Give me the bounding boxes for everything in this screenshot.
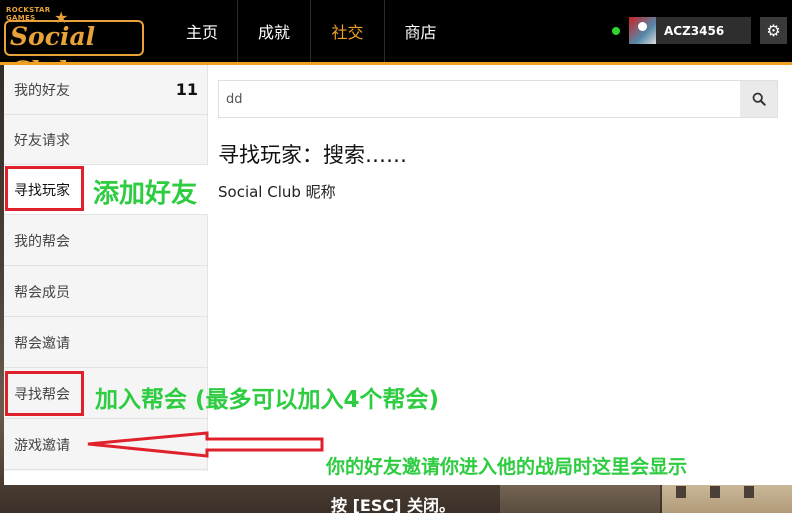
annotation-join-crew: 加入帮会 (最多可以加入4个帮会) [95,387,440,413]
search-icon [752,92,766,106]
sidebar-item-label: 我的帮会 [14,233,70,250]
nav-home[interactable]: 主页 [167,0,238,62]
sidebar-item-my-friends[interactable]: 我的好友 11 [4,65,208,115]
highlight-find-players [5,166,84,211]
sidebar-item-my-crews[interactable]: 我的帮会 [4,216,208,266]
username: ACZ3456 [664,23,725,38]
sidebar-item-game-invites[interactable]: 游戏邀请 [4,420,208,470]
main-nav: 主页 成就 社交 商店 [167,0,456,62]
nav-store[interactable]: 商店 [385,0,456,62]
sidebar-item-label: 帮会邀请 [14,335,70,352]
settings-button[interactable]: ⚙ [760,17,787,44]
sidebar-item-crew-members[interactable]: 帮会成员 [4,267,208,317]
social-club-logo[interactable]: ROCKSTAR GAMES ★ Social Club [4,6,144,85]
sidebar-item-label: 好友请求 [14,132,70,149]
annotation-game-invite-note: 你的好友邀请你进入他的战局时这里会显示 [326,456,688,478]
search-bar [218,80,778,118]
social-panel: 我的好友 11 好友请求 寻找玩家 我的帮会 帮会成员 帮会邀请 寻找帮会 游戏… [4,65,792,485]
main-content: 寻找玩家：搜索…… Social Club 昵称 [208,65,792,485]
nav-achievements[interactable]: 成就 [238,0,311,62]
sidebar-item-label: 我的好友 [14,82,70,99]
sidebar-item-friend-requests[interactable]: 好友请求 [4,115,208,165]
search-hint: Social Club 昵称 [218,183,336,201]
top-navigation-bar: ROCKSTAR GAMES ★ Social Club 主页 成就 社交 商店… [0,0,792,85]
search-button[interactable] [740,81,777,117]
sidebar-item-crew-invites[interactable]: 帮会邀请 [4,318,208,368]
avatar [629,17,656,44]
search-input[interactable] [219,81,741,117]
annotation-add-friend: 添加好友 [93,179,198,209]
online-status-icon [612,27,620,35]
page-title: 寻找玩家：搜索…… [218,143,407,167]
friend-count-badge: 11 [175,80,198,99]
esc-close-hint: 按 [ESC] 关闭。 [331,496,455,513]
gear-icon: ⚙ [766,21,781,40]
sidebar-item-label: 帮会成员 [14,284,70,301]
nav-social[interactable]: 社交 [311,0,385,62]
sidebar-item-label: 游戏邀请 [14,437,70,454]
profile-button[interactable]: ACZ3456 [629,17,751,44]
highlight-find-crews [5,371,84,416]
